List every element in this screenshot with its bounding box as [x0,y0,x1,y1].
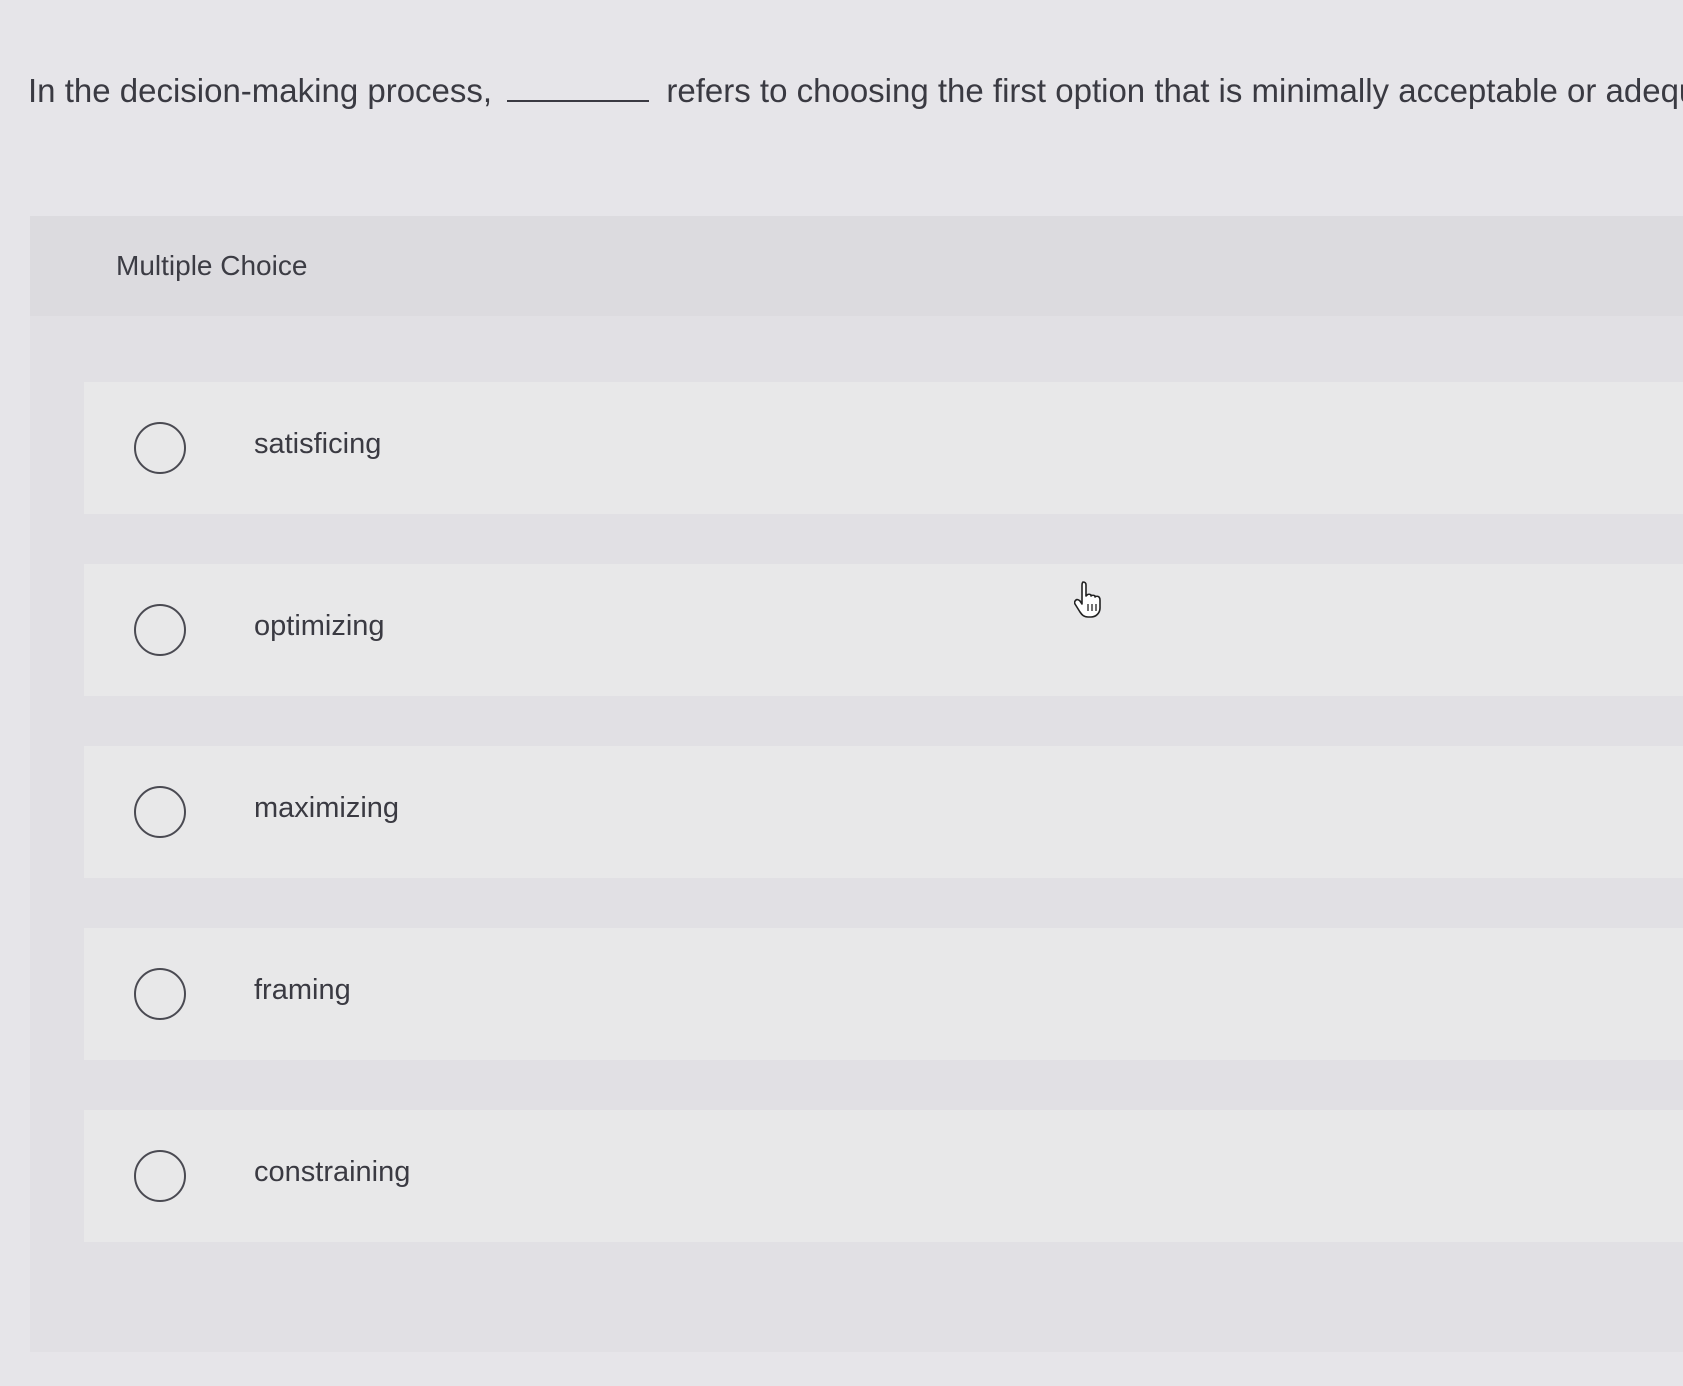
option-optimizing[interactable]: optimizing [84,564,1683,696]
option-framing[interactable]: framing [84,928,1683,1060]
question-text: In the decision-making process, refers t… [28,70,1683,112]
option-constraining[interactable]: constraining [84,1110,1683,1242]
radio-unselected-icon[interactable] [134,1150,186,1202]
option-maximizing[interactable]: maximizing [84,746,1683,878]
radio-unselected-icon[interactable] [134,786,186,838]
option-satisficing[interactable]: satisficing [84,382,1683,514]
option-label: optimizing [254,610,385,642]
radio-unselected-icon[interactable] [134,968,186,1020]
option-label: satisficing [254,428,382,460]
multiple-choice-label: Multiple Choice [116,250,308,281]
option-label: constraining [254,1156,411,1188]
answer-options: satisficing optimizing maximizing framin… [84,382,1683,1292]
radio-unselected-icon[interactable] [134,604,186,656]
answer-blank [507,74,650,102]
multiple-choice-panel: Multiple Choice satisficing optimizing m… [30,216,1683,1352]
multiple-choice-header: Multiple Choice [30,216,1683,316]
option-label: maximizing [254,792,400,824]
question-after-blank: refers to choosing the first option that… [666,72,1683,109]
question-before-blank: In the decision-making process, [28,72,493,109]
hand-pointer-icon [1073,580,1104,618]
option-label: framing [254,974,351,1006]
radio-unselected-icon[interactable] [134,422,186,474]
